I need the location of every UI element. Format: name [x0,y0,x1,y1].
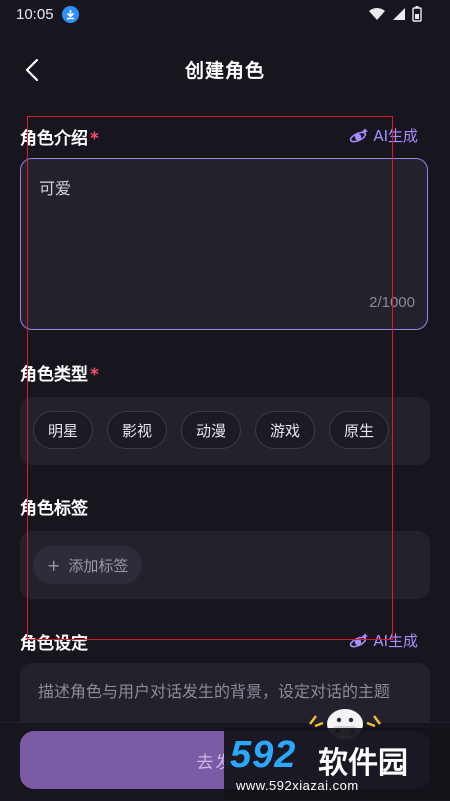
status-time: 10:05 [16,6,54,23]
setting-label: 角色设定 [20,634,88,654]
setting-ai-generate-button[interactable]: AI生成 [349,630,418,651]
watermark: 592 软件园 www.592xiazai.com [224,728,450,800]
type-chip-film[interactable]: 影视 [107,411,168,449]
download-icon [62,6,79,23]
status-bar: 10:05 [0,0,450,32]
ai-sparkle-icon [350,127,369,142]
type-chip-original[interactable]: 原生 [329,411,390,449]
watermark-logo: 592 [230,734,297,776]
intro-label-text: 角色介绍 [20,129,88,149]
top-bar: 创建角色 [0,44,450,96]
ai-sparkle-icon [350,632,369,647]
intro-textarea[interactable]: 可爱 2/1000 [20,158,428,330]
required-mark: * [90,365,99,385]
watermark-name: 软件园 [318,746,408,781]
add-tag-label: 添加标签 [68,556,129,575]
signal-icon [393,8,405,20]
tags-panel: + 添加标签 [20,531,430,599]
ai-generate-label: AI生成 [373,127,418,145]
type-chip-game[interactable]: 游戏 [255,411,316,449]
wifi-icon [369,7,385,20]
type-options-panel: 明星 影视 动漫 游戏 原生 [20,397,430,465]
type-label: 角色类型 * [20,360,99,385]
system-icons [368,6,422,22]
watermark-url: www.592xiazai.com [236,778,359,793]
char-counter: 2/1000 [369,294,415,311]
ai-generate-label: AI生成 [373,632,418,650]
type-label-text: 角色类型 [20,365,88,385]
intro-ai-generate-button[interactable]: AI生成 [349,125,418,146]
type-chip-star[interactable]: 明星 [33,411,94,449]
intro-text[interactable]: 可爱 [39,175,71,199]
battery-icon [412,6,422,22]
tags-label: 角色标签 [20,499,88,519]
intro-label: 角色介绍 * [20,124,99,149]
type-chip-anime[interactable]: 动漫 [181,411,242,449]
page-title: 创建角色 [184,60,265,82]
plus-icon: + [47,555,61,575]
add-tag-button[interactable]: + 添加标签 [33,546,143,584]
required-mark: * [90,129,99,149]
